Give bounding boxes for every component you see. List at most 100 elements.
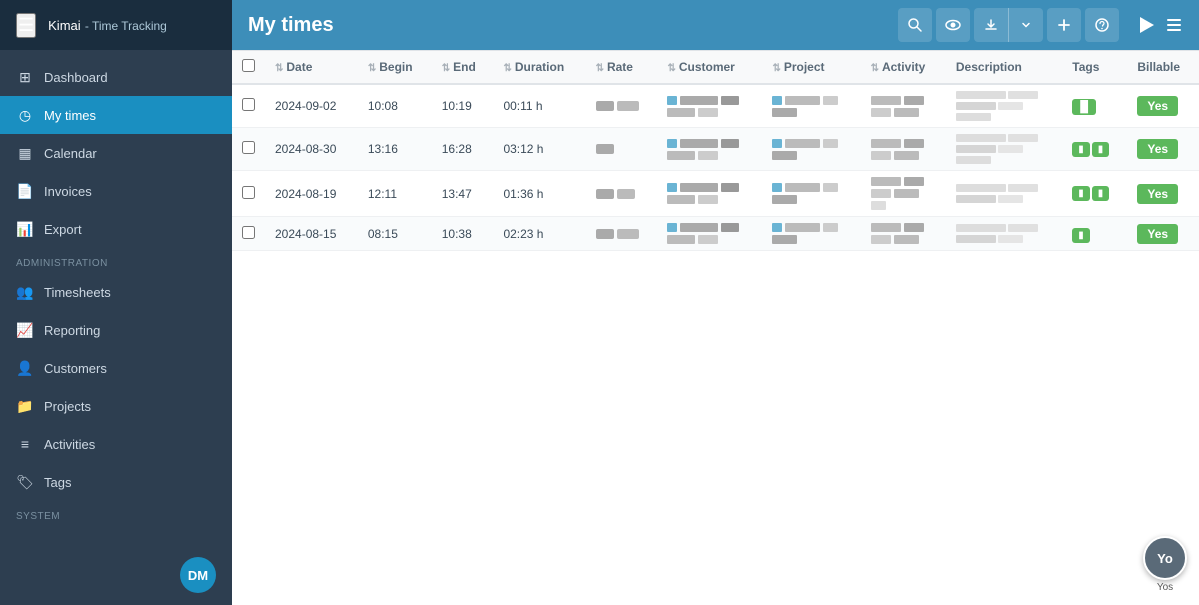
sort-icon-begin: ⇅ xyxy=(368,63,376,74)
plus-icon xyxy=(1057,18,1071,32)
sidebar-item-invoices[interactable]: 📄 Invoices xyxy=(0,172,232,210)
cell-rate xyxy=(586,217,658,251)
download-button[interactable] xyxy=(974,8,1008,42)
table-row: 2024-09-02 10:08 10:19 00:11 h xyxy=(232,84,1199,128)
play-button[interactable] xyxy=(1135,14,1157,36)
corner-avatar[interactable]: Yo xyxy=(1143,536,1187,580)
cell-customer xyxy=(657,128,762,171)
cell-project xyxy=(762,128,860,171)
customers-icon: 👤 xyxy=(16,359,34,377)
row-checkbox-cell[interactable] xyxy=(232,84,265,128)
sidebar-item-label-tags: Tags xyxy=(44,475,71,490)
help-button[interactable] xyxy=(1085,8,1119,42)
admin-section-label: Administration xyxy=(0,248,232,273)
sidebar-item-customers[interactable]: 👤 Customers xyxy=(0,349,232,387)
sidebar-item-my-times[interactable]: ◷ My times xyxy=(0,96,232,134)
search-button[interactable] xyxy=(898,8,932,42)
invoices-icon: 📄 xyxy=(16,182,34,200)
user-profile-corner[interactable]: Yo Yos xyxy=(1143,536,1187,593)
col-activity[interactable]: ⇅Activity xyxy=(861,51,946,85)
cell-tags: ▮ xyxy=(1062,217,1127,251)
row-checkbox[interactable] xyxy=(242,226,255,239)
topbar: My times xyxy=(232,0,1199,50)
row-checkbox[interactable] xyxy=(242,98,255,111)
row-checkbox-cell[interactable] xyxy=(232,128,265,171)
col-project[interactable]: ⇅Project xyxy=(762,51,860,85)
cell-customer xyxy=(657,171,762,217)
list-button[interactable] xyxy=(1165,16,1183,34)
cell-project xyxy=(762,84,860,128)
row-checkbox-cell[interactable] xyxy=(232,217,265,251)
col-tags: Tags xyxy=(1062,51,1127,85)
activities-icon: ≡ xyxy=(16,435,34,453)
cell-description xyxy=(946,128,1062,171)
add-button[interactable] xyxy=(1047,8,1081,42)
sidebar-item-export[interactable]: 📊 Export xyxy=(0,210,232,248)
table-body: 2024-09-02 10:08 10:19 00:11 h xyxy=(232,84,1199,251)
cell-begin: 13:16 xyxy=(358,128,432,171)
row-checkbox[interactable] xyxy=(242,141,255,154)
col-description: Description xyxy=(946,51,1062,85)
cell-description xyxy=(946,84,1062,128)
sidebar-item-timesheets[interactable]: 👥 Timesheets xyxy=(0,273,232,311)
sort-icon-customer: ⇅ xyxy=(667,63,675,74)
billable-badge: Yes xyxy=(1137,139,1178,159)
sidebar-footer: DM xyxy=(0,545,232,605)
tag-badge: ▮ xyxy=(1072,142,1090,157)
cell-begin: 08:15 xyxy=(358,217,432,251)
cell-date: 2024-08-15 xyxy=(265,217,358,251)
cell-begin: 10:08 xyxy=(358,84,432,128)
projects-icon: 📁 xyxy=(16,397,34,415)
row-checkbox-cell[interactable] xyxy=(232,171,265,217)
cell-rate xyxy=(586,128,658,171)
cell-activity xyxy=(861,171,946,217)
page-title: My times xyxy=(248,14,890,37)
sidebar-item-dashboard[interactable]: ⊞ Dashboard xyxy=(0,58,232,96)
sidebar-nav: ⊞ Dashboard ◷ My times ▦ Calendar 📄 Invo… xyxy=(0,50,232,545)
sidebar-header: ☰ Kimai - Time Tracking xyxy=(0,0,232,50)
sidebar-item-calendar[interactable]: ▦ Calendar xyxy=(0,134,232,172)
table-row: 2024-08-19 12:11 13:47 01:36 h xyxy=(232,171,1199,217)
sidebar-item-label-export: Export xyxy=(44,222,82,237)
table-row: 2024-08-15 08:15 10:38 02:23 h xyxy=(232,217,1199,251)
col-date[interactable]: ⇅Date xyxy=(265,51,358,85)
sort-icon-duration: ⇅ xyxy=(503,63,511,74)
cell-customer xyxy=(657,217,762,251)
sidebar-toggle-button[interactable]: ☰ xyxy=(16,13,36,38)
sidebar-item-activities[interactable]: ≡ Activities xyxy=(0,425,232,463)
sidebar-item-projects[interactable]: 📁 Projects xyxy=(0,387,232,425)
cell-duration: 03:12 h xyxy=(493,128,585,171)
cell-date: 2024-08-30 xyxy=(265,128,358,171)
col-begin[interactable]: ⇅Begin xyxy=(358,51,432,85)
download-dropdown-button[interactable] xyxy=(1009,8,1043,42)
sidebar-item-label-reporting: Reporting xyxy=(44,323,100,338)
billable-badge: Yes xyxy=(1137,96,1178,116)
tag-badge: ▮ xyxy=(1072,228,1090,243)
select-all-checkbox[interactable] xyxy=(242,59,255,72)
select-all-header[interactable] xyxy=(232,51,265,85)
col-billable: Billable xyxy=(1127,51,1199,85)
download-icon xyxy=(984,18,998,32)
cell-date: 2024-09-02 xyxy=(265,84,358,128)
sort-icon-project: ⇅ xyxy=(772,63,780,74)
col-rate[interactable]: ⇅Rate xyxy=(586,51,658,85)
system-section-label: System xyxy=(0,501,232,526)
sidebar-item-reporting[interactable]: 📈 Reporting xyxy=(0,311,232,349)
sidebar-item-label-customers: Customers xyxy=(44,361,107,376)
col-customer[interactable]: ⇅Customer xyxy=(657,51,762,85)
user-avatar[interactable]: DM xyxy=(180,557,216,593)
sidebar-item-label-timesheets: Timesheets xyxy=(44,285,111,300)
topbar-actions xyxy=(898,8,1119,42)
sidebar: ☰ Kimai - Time Tracking ⊞ Dashboard ◷ My… xyxy=(0,0,232,605)
col-end[interactable]: ⇅End xyxy=(432,51,494,85)
eye-icon xyxy=(945,17,961,33)
row-checkbox[interactable] xyxy=(242,186,255,199)
logo-subtitle: - Time Tracking xyxy=(85,19,167,33)
cell-rate xyxy=(586,84,658,128)
cell-duration: 01:36 h xyxy=(493,171,585,217)
app-logo: Kimai - Time Tracking xyxy=(48,17,167,34)
col-duration[interactable]: ⇅Duration xyxy=(493,51,585,85)
sidebar-item-label-invoices: Invoices xyxy=(44,184,92,199)
visibility-button[interactable] xyxy=(936,8,970,42)
sidebar-item-tags[interactable]: 🏷 Tags xyxy=(0,463,232,501)
